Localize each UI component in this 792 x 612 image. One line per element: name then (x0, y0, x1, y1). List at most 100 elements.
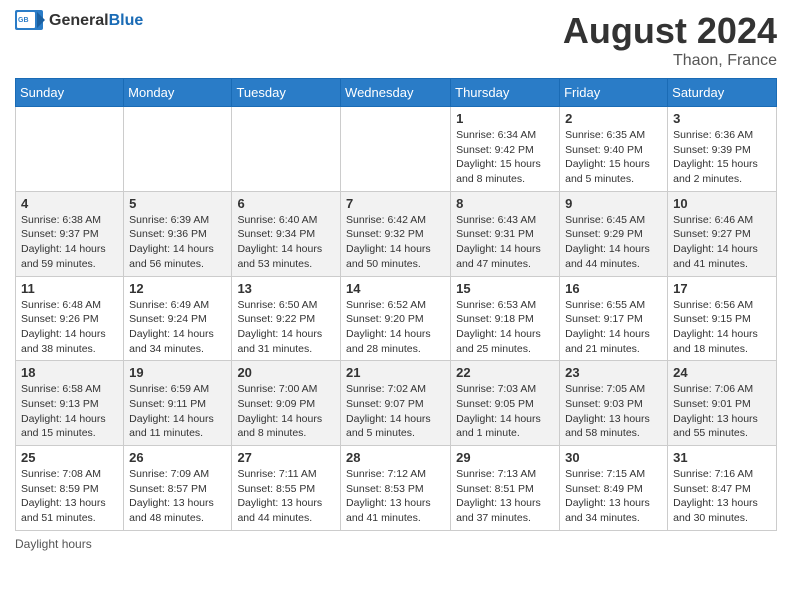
day-number: 16 (565, 281, 662, 296)
day-number: 21 (346, 365, 445, 380)
calendar-day-header: Thursday (451, 79, 560, 107)
calendar-day-header: Wednesday (341, 79, 451, 107)
day-info: Sunrise: 7:16 AM Sunset: 8:47 PM Dayligh… (673, 467, 771, 526)
day-info: Sunrise: 7:00 AM Sunset: 9:09 PM Dayligh… (237, 382, 335, 441)
day-number: 28 (346, 450, 445, 465)
calendar-cell: 4Sunrise: 6:38 AM Sunset: 9:37 PM Daylig… (16, 191, 124, 276)
calendar-week-row: 1 Sunrise: 6:34 AM Sunset: 9:42 PM Daylig… (16, 107, 777, 192)
day-number: 13 (237, 281, 335, 296)
day-number: 2 (565, 111, 662, 126)
calendar-day-header: Sunday (16, 79, 124, 107)
calendar-cell: 29 Sunrise: 7:13 AM Sunset: 8:51 PM Dayli… (451, 446, 560, 531)
daylight-label: Daylight hours (15, 537, 92, 551)
calendar-cell: 16 Sunrise: 6:55 AM Sunset: 9:17 PM Dayli… (560, 276, 668, 361)
location-subtitle: Thaon, France (563, 52, 777, 70)
day-number: 15 (456, 281, 554, 296)
calendar-cell: 13 Sunrise: 6:50 AM Sunset: 9:22 PM Dayli… (232, 276, 341, 361)
day-number: 1 (456, 111, 554, 126)
calendar-cell: 5 Sunrise: 6:39 AM Sunset: 9:36 PM Daylig… (124, 191, 232, 276)
day-number: 22 (456, 365, 554, 380)
day-info: Sunrise: 6:49 AM Sunset: 9:24 PM Dayligh… (129, 298, 226, 357)
day-info: Sunrise: 6:39 AM Sunset: 9:36 PM Dayligh… (129, 213, 226, 272)
day-number: 23 (565, 365, 662, 380)
day-number: 20 (237, 365, 335, 380)
day-info: Sunrise: 6:56 AM Sunset: 9:15 PM Dayligh… (673, 298, 771, 357)
day-number: 6 (237, 196, 335, 211)
calendar-cell: 19 Sunrise: 6:59 AM Sunset: 9:11 PM Dayli… (124, 361, 232, 446)
day-info: Sunrise: 6:42 AM Sunset: 9:32 PM Dayligh… (346, 213, 445, 272)
calendar-day-header: Saturday (668, 79, 777, 107)
day-info: Sunrise: 6:34 AM Sunset: 9:42 PM Dayligh… (456, 128, 554, 187)
calendar-cell: 12 Sunrise: 6:49 AM Sunset: 9:24 PM Dayli… (124, 276, 232, 361)
day-info: Sunrise: 6:36 AM Sunset: 9:39 PM Dayligh… (673, 128, 771, 187)
calendar-cell (124, 107, 232, 192)
day-info: Sunrise: 7:03 AM Sunset: 9:05 PM Dayligh… (456, 382, 554, 441)
month-year-title: August 2024 (563, 10, 777, 52)
day-number: 19 (129, 365, 226, 380)
day-info: Sunrise: 7:11 AM Sunset: 8:55 PM Dayligh… (237, 467, 335, 526)
calendar-cell: 11 Sunrise: 6:48 AM Sunset: 9:26 PM Dayli… (16, 276, 124, 361)
day-number: 31 (673, 450, 771, 465)
day-number: 10 (673, 196, 771, 211)
day-number: 14 (346, 281, 445, 296)
calendar-cell: 28 Sunrise: 7:12 AM Sunset: 8:53 PM Dayli… (341, 446, 451, 531)
day-info: Sunrise: 7:12 AM Sunset: 8:53 PM Dayligh… (346, 467, 445, 526)
day-info: Sunrise: 7:08 AM Sunset: 8:59 PM Dayligh… (21, 467, 118, 526)
day-number: 8 (456, 196, 554, 211)
day-number: 12 (129, 281, 226, 296)
day-info: Sunrise: 6:58 AM Sunset: 9:13 PM Dayligh… (21, 382, 118, 441)
calendar-cell: 6 Sunrise: 6:40 AM Sunset: 9:34 PM Daylig… (232, 191, 341, 276)
calendar-cell (232, 107, 341, 192)
day-info: Sunrise: 6:38 AM Sunset: 9:37 PM Dayligh… (21, 213, 118, 272)
day-number: 26 (129, 450, 226, 465)
calendar-cell: 8 Sunrise: 6:43 AM Sunset: 9:31 PM Daylig… (451, 191, 560, 276)
calendar-cell: 27 Sunrise: 7:11 AM Sunset: 8:55 PM Dayli… (232, 446, 341, 531)
calendar-day-header: Friday (560, 79, 668, 107)
title-block: August 2024 Thaon, France (563, 10, 777, 70)
day-info: Sunrise: 6:45 AM Sunset: 9:29 PM Dayligh… (565, 213, 662, 272)
day-number: 7 (346, 196, 445, 211)
svg-text:GB: GB (18, 17, 29, 24)
calendar-cell: 7 Sunrise: 6:42 AM Sunset: 9:32 PM Daylig… (341, 191, 451, 276)
day-info: Sunrise: 6:55 AM Sunset: 9:17 PM Dayligh… (565, 298, 662, 357)
calendar-cell (16, 107, 124, 192)
calendar-cell: 9 Sunrise: 6:45 AM Sunset: 9:29 PM Daylig… (560, 191, 668, 276)
day-info: Sunrise: 6:40 AM Sunset: 9:34 PM Dayligh… (237, 213, 335, 272)
day-info: Sunrise: 6:59 AM Sunset: 9:11 PM Dayligh… (129, 382, 226, 441)
day-number: 3 (673, 111, 771, 126)
day-number: 9 (565, 196, 662, 211)
calendar-cell: 26Sunrise: 7:09 AM Sunset: 8:57 PM Dayli… (124, 446, 232, 531)
day-number: 27 (237, 450, 335, 465)
calendar-week-row: 4Sunrise: 6:38 AM Sunset: 9:37 PM Daylig… (16, 191, 777, 276)
day-info: Sunrise: 6:53 AM Sunset: 9:18 PM Dayligh… (456, 298, 554, 357)
calendar-cell: 2Sunrise: 6:35 AM Sunset: 9:40 PM Daylig… (560, 107, 668, 192)
day-number: 24 (673, 365, 771, 380)
logo-icon: GB (15, 10, 45, 32)
page-header: GB GeneralBlue August 2024 Thaon, France (15, 10, 777, 70)
calendar-cell: 24 Sunrise: 7:06 AM Sunset: 9:01 PM Dayli… (668, 361, 777, 446)
day-number: 25 (21, 450, 118, 465)
calendar-table: SundayMondayTuesdayWednesdayThursdayFrid… (15, 78, 777, 531)
logo-general-text: General (49, 12, 109, 29)
day-info: Sunrise: 6:43 AM Sunset: 9:31 PM Dayligh… (456, 213, 554, 272)
day-info: Sunrise: 7:06 AM Sunset: 9:01 PM Dayligh… (673, 382, 771, 441)
calendar-week-row: 25 Sunrise: 7:08 AM Sunset: 8:59 PM Dayli… (16, 446, 777, 531)
day-info: Sunrise: 7:02 AM Sunset: 9:07 PM Dayligh… (346, 382, 445, 441)
calendar-week-row: 11 Sunrise: 6:48 AM Sunset: 9:26 PM Dayli… (16, 276, 777, 361)
day-info: Sunrise: 6:48 AM Sunset: 9:26 PM Dayligh… (21, 298, 118, 357)
day-info: Sunrise: 6:50 AM Sunset: 9:22 PM Dayligh… (237, 298, 335, 357)
calendar-cell: 30Sunrise: 7:15 AM Sunset: 8:49 PM Dayli… (560, 446, 668, 531)
day-number: 18 (21, 365, 118, 380)
calendar-cell: 21 Sunrise: 7:02 AM Sunset: 9:07 PM Dayli… (341, 361, 451, 446)
calendar-cell: 18 Sunrise: 6:58 AM Sunset: 9:13 PM Dayli… (16, 361, 124, 446)
day-number: 29 (456, 450, 554, 465)
calendar-cell: 23Sunrise: 7:05 AM Sunset: 9:03 PM Dayli… (560, 361, 668, 446)
day-number: 5 (129, 196, 226, 211)
calendar-cell (341, 107, 451, 192)
footer: Daylight hours (15, 537, 777, 551)
calendar-day-header: Tuesday (232, 79, 341, 107)
day-info: Sunrise: 7:13 AM Sunset: 8:51 PM Dayligh… (456, 467, 554, 526)
logo-blue-text: Blue (109, 12, 144, 29)
calendar-cell: 22 Sunrise: 7:03 AM Sunset: 9:05 PM Dayli… (451, 361, 560, 446)
day-number: 11 (21, 281, 118, 296)
